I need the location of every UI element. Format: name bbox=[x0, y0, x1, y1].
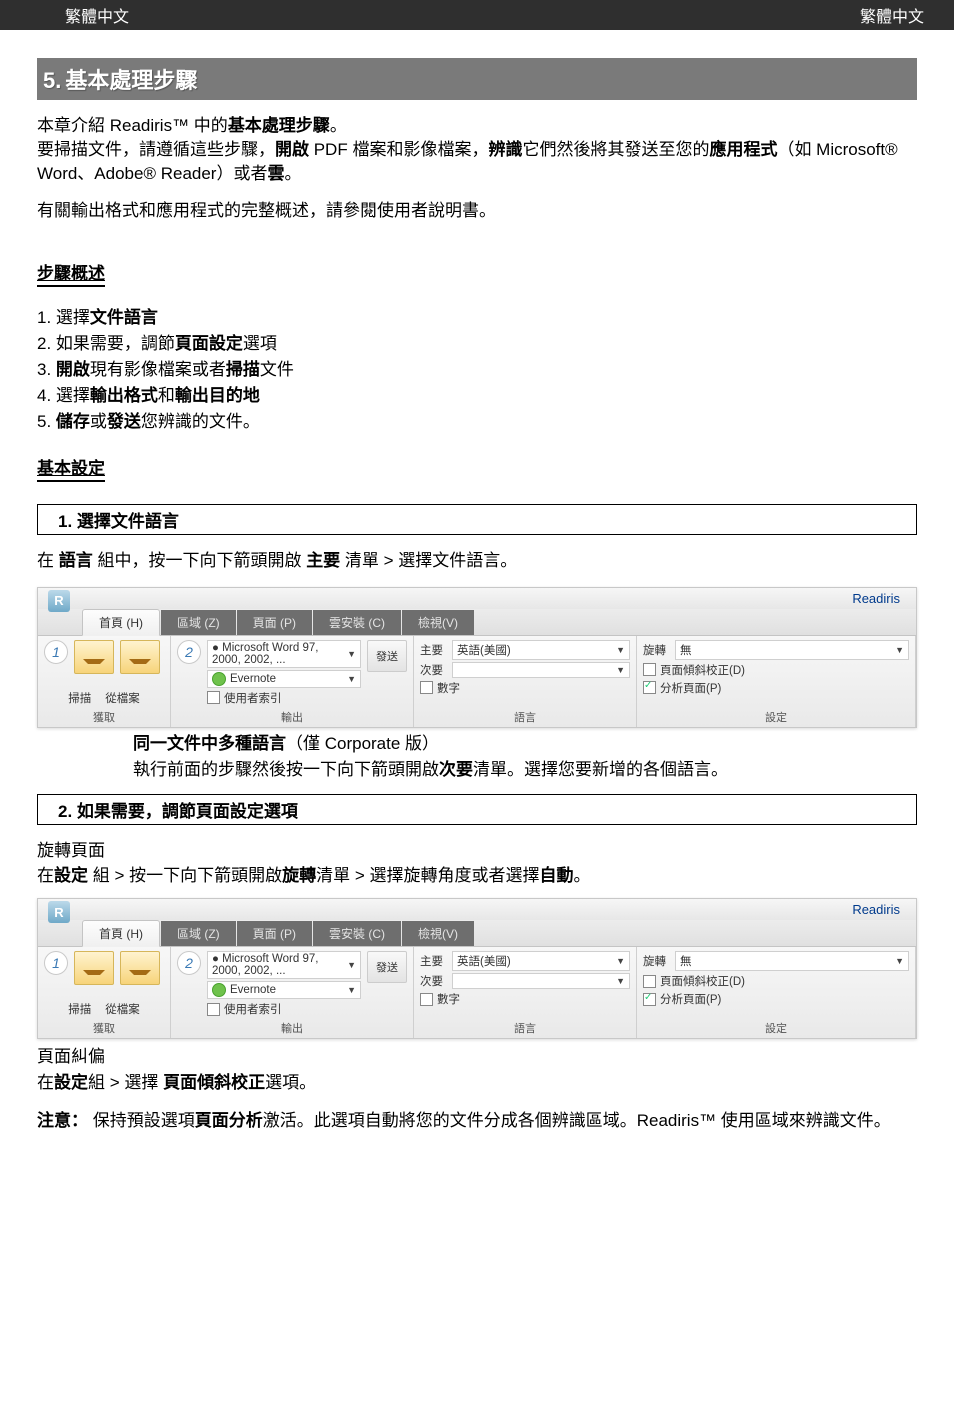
step-number-2-icon: 2 bbox=[177, 640, 201, 664]
numbers-checkbox[interactable]: 數字 bbox=[420, 991, 630, 1007]
boxed-step-1: 1. 選擇文件語言 bbox=[37, 504, 917, 535]
secondary-lang-label: 次要 bbox=[420, 662, 448, 678]
step-4: 4. 選擇輸出格式和輸出目的地 bbox=[37, 381, 917, 406]
tab-home[interactable]: 首頁 (H) bbox=[82, 920, 160, 947]
step-number-1-icon: 1 bbox=[44, 640, 68, 664]
readiris-app-title: Readiris bbox=[852, 902, 900, 917]
rotate-label: 旋轉 bbox=[643, 953, 671, 969]
user-index-checkbox[interactable]: 使用者索引 bbox=[207, 690, 361, 706]
header-right: 繁體中文 bbox=[860, 3, 924, 27]
chevron-down-icon: ▼ bbox=[616, 956, 625, 966]
step-number-1-icon: 1 bbox=[44, 951, 68, 975]
chevron-down-icon: ▼ bbox=[347, 960, 356, 970]
intro-p1: 本章介紹 Readiris™ 中的基本處理步驟。 要掃描文件，請遵循這些步驟，開… bbox=[37, 114, 917, 185]
language-group-label: 語言 bbox=[420, 706, 630, 725]
output-group-label: 輸出 bbox=[177, 706, 407, 725]
acquire-group-label: 獲取 bbox=[44, 1017, 164, 1036]
chevron-down-icon: ▼ bbox=[616, 665, 625, 675]
readiris-ribbon-2: R Readiris 首頁 (H) 區域 (Z) 頁面 (P) 雲安裝 (C) … bbox=[37, 898, 917, 1039]
tab-cloud[interactable]: 雲安裝 (C) bbox=[313, 921, 401, 946]
output-target-dropdown[interactable]: Evernote▼ bbox=[207, 670, 361, 688]
section-title-text: 基本處理步驟 bbox=[65, 68, 197, 93]
tab-zone[interactable]: 區域 (Z) bbox=[161, 610, 236, 635]
tab-home[interactable]: 首頁 (H) bbox=[82, 609, 160, 636]
rotate-instruction: 在設定 組 > 按一下向下箭頭開啟旋轉清單 > 選擇旋轉角度或者選擇自動。 bbox=[37, 864, 917, 888]
output-group-label: 輸出 bbox=[177, 1017, 407, 1036]
output-format-dropdown[interactable]: ● Microsoft Word 97, 2000, 2002, ...▼ bbox=[207, 640, 361, 668]
scan-button[interactable] bbox=[74, 640, 114, 674]
tab-view[interactable]: 檢視(V) bbox=[402, 610, 474, 635]
chevron-down-icon: ▼ bbox=[895, 645, 904, 655]
user-index-checkbox[interactable]: 使用者索引 bbox=[207, 1001, 361, 1017]
readiris-logo-icon: R bbox=[48, 901, 70, 923]
primary-lang-label: 主要 bbox=[420, 953, 448, 969]
send-button[interactable]: 發送 bbox=[367, 951, 407, 983]
rotate-label: 旋轉 bbox=[643, 642, 671, 658]
multi-lang-block: 同一文件中多種語言（僅 Corporate 版） 執行前面的步驟然後按一下向下箭… bbox=[133, 732, 917, 782]
secondary-lang-label: 次要 bbox=[420, 973, 448, 989]
language-instruction: 在 語言 組中，按一下向下箭頭開啟 主要 清單 > 選擇文件語言。 bbox=[37, 549, 917, 573]
deskew-instruction: 在設定組 > 選擇 頁面傾斜校正選項。 bbox=[37, 1071, 917, 1095]
tab-cloud[interactable]: 雲安裝 (C) bbox=[313, 610, 401, 635]
primary-lang-label: 主要 bbox=[420, 642, 448, 658]
deskew-heading: 頁面糾偏 bbox=[37, 1045, 917, 1069]
primary-lang-dropdown[interactable]: 英語(美國)▼ bbox=[452, 640, 630, 660]
intro-p3: 有關輸出格式和應用程式的完整概述，請參閱使用者說明書。 bbox=[37, 199, 917, 223]
analyze-checkbox[interactable]: 分析頁面(P) bbox=[643, 991, 909, 1007]
output-target-dropdown[interactable]: Evernote▼ bbox=[207, 981, 361, 999]
language-group-label: 語言 bbox=[420, 1017, 630, 1036]
section-number: 5. bbox=[43, 68, 61, 93]
primary-lang-dropdown[interactable]: 英語(美國)▼ bbox=[452, 951, 630, 971]
fromfile-label: 從檔案 bbox=[105, 1001, 140, 1017]
boxed-step-2: 2. 如果需要，調節頁面設定選項 bbox=[37, 794, 917, 825]
from-file-button[interactable] bbox=[120, 951, 160, 985]
readiris-ribbon-1: R Readiris 首頁 (H) 區域 (Z) 頁面 (P) 雲安裝 (C) … bbox=[37, 587, 917, 728]
readiris-logo-icon: R bbox=[48, 590, 70, 612]
settings-group-label: 設定 bbox=[643, 706, 909, 725]
chevron-down-icon: ▼ bbox=[347, 985, 356, 995]
rotate-dropdown[interactable]: 無▼ bbox=[675, 640, 909, 660]
settings-group-label: 設定 bbox=[643, 1017, 909, 1036]
step-5: 5. 儲存或發送您辨識的文件。 bbox=[37, 407, 917, 432]
chevron-down-icon: ▼ bbox=[347, 649, 356, 659]
steps-list: 1. 選擇文件語言 2. 如果需要，調節頁面設定選項 3. 開啟現有影像檔案或者… bbox=[37, 303, 917, 432]
tab-view[interactable]: 檢視(V) bbox=[402, 921, 474, 946]
deskew-checkbox[interactable]: 頁面傾斜校正(D) bbox=[643, 662, 909, 678]
overview-heading: 步驟概述 bbox=[37, 259, 105, 287]
chevron-down-icon: ▼ bbox=[895, 956, 904, 966]
evernote-icon bbox=[212, 672, 226, 686]
secondary-lang-dropdown[interactable]: ▼ bbox=[452, 973, 630, 989]
step-1: 1. 選擇文件語言 bbox=[37, 303, 917, 328]
readiris-app-title: Readiris bbox=[852, 591, 900, 606]
chevron-down-icon: ▼ bbox=[616, 645, 625, 655]
scan-label: 掃描 bbox=[68, 690, 91, 706]
tab-zone[interactable]: 區域 (Z) bbox=[161, 921, 236, 946]
output-format-dropdown[interactable]: ● Microsoft Word 97, 2000, 2002, ...▼ bbox=[207, 951, 361, 979]
scan-button[interactable] bbox=[74, 951, 114, 985]
from-file-button[interactable] bbox=[120, 640, 160, 674]
deskew-checkbox[interactable]: 頁面傾斜校正(D) bbox=[643, 973, 909, 989]
step-2: 2. 如果需要，調節頁面設定選項 bbox=[37, 329, 917, 354]
secondary-lang-dropdown[interactable]: ▼ bbox=[452, 662, 630, 678]
analyze-checkbox[interactable]: 分析頁面(P) bbox=[643, 680, 909, 696]
step-3: 3. 開啟現有影像檔案或者掃描文件 bbox=[37, 355, 917, 380]
chevron-down-icon: ▼ bbox=[347, 674, 356, 684]
fromfile-label: 從檔案 bbox=[105, 690, 140, 706]
rotate-dropdown[interactable]: 無▼ bbox=[675, 951, 909, 971]
section-title: 5.基本處理步驟 bbox=[37, 58, 917, 100]
evernote-icon bbox=[212, 983, 226, 997]
acquire-group-label: 獲取 bbox=[44, 706, 164, 725]
numbers-checkbox[interactable]: 數字 bbox=[420, 680, 630, 696]
note-paragraph: 注意： 保持預設選項頁面分析激活。此選項自動將您的文件分成各個辨識區域。Read… bbox=[37, 1109, 917, 1133]
header-left: 繁體中文 bbox=[65, 3, 129, 27]
tab-page[interactable]: 頁面 (P) bbox=[237, 610, 312, 635]
step-number-2-icon: 2 bbox=[177, 951, 201, 975]
scan-label: 掃描 bbox=[68, 1001, 91, 1017]
basic-settings-heading: 基本設定 bbox=[37, 454, 105, 482]
send-button[interactable]: 發送 bbox=[367, 640, 407, 672]
tab-page[interactable]: 頁面 (P) bbox=[237, 921, 312, 946]
rotate-heading: 旋轉頁面 bbox=[37, 839, 917, 863]
chevron-down-icon: ▼ bbox=[616, 976, 625, 986]
